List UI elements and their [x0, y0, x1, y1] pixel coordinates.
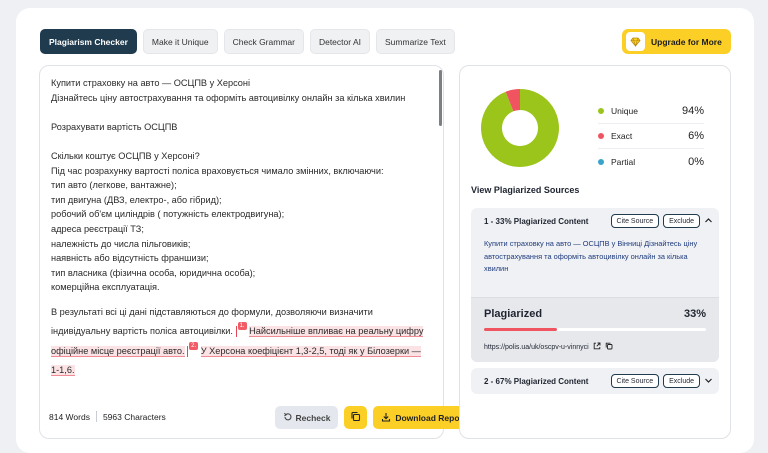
- plagiarized-label: Plagiarized: [484, 308, 543, 320]
- results-panel: Unique 94% Exact 6% Partial 0% View Plag…: [459, 65, 731, 439]
- download-icon: [381, 412, 391, 424]
- tool-tabs: Plagiarism Checker Make it Unique Check …: [40, 29, 455, 54]
- source-url-row: https://polis.ua/uk/oscpv-u-vinnyci: [484, 342, 706, 352]
- tab-detector-ai[interactable]: Detector AI: [309, 29, 371, 54]
- copy-link-icon[interactable]: [605, 342, 613, 352]
- chevron-down-icon[interactable]: [704, 376, 713, 387]
- tab-plagiarism-checker[interactable]: Plagiarism Checker: [40, 29, 137, 54]
- legend-row-unique: Unique 94%: [598, 99, 704, 124]
- source-1-header[interactable]: 1 - 33% Plagiarized Content Cite Source …: [471, 208, 719, 234]
- tab-check-grammar[interactable]: Check Grammar: [223, 29, 304, 54]
- legend-label: Partial: [611, 156, 636, 167]
- download-label: Download Report: [395, 412, 466, 423]
- text-input-area[interactable]: Купити страховку на авто — ОСЦПВ у Херсо…: [51, 76, 431, 396]
- plagiarized-progress-track: [484, 328, 706, 331]
- recheck-button[interactable]: Recheck: [275, 406, 338, 429]
- word-count: 814 Words: [49, 411, 90, 422]
- exact-dot: [598, 133, 604, 139]
- text-line: Під час розрахунку вартості поліса врахо…: [51, 165, 384, 176]
- recheck-label: Recheck: [295, 412, 331, 423]
- plagiarized-progress-fill: [484, 328, 558, 331]
- editor-scrollbar[interactable]: [439, 70, 442, 126]
- text-line: Скільки коштує ОСЦПВ у Херсоні?: [51, 150, 200, 161]
- source-2-title: 2 - 67% Plagiarized Content: [484, 376, 589, 386]
- partial-dot: [598, 158, 604, 165]
- character-count: 5963 Characters: [102, 411, 166, 422]
- text-line: наявність або відсутність франшизи;: [51, 253, 209, 264]
- cite-source-button[interactable]: Cite Source: [610, 374, 660, 388]
- text-line: тип двигуна (ДВЗ, електро-, або гібрид);: [51, 194, 222, 205]
- tab-make-it-unique[interactable]: Make it Unique: [142, 29, 218, 54]
- unique-dot: [598, 108, 604, 114]
- source-url-link[interactable]: https://polis.ua/uk/oscpv-u-vinnyci: [484, 344, 589, 351]
- text-editor-panel: Купити страховку на авто — ОСЦПВ у Херсо…: [39, 65, 474, 439]
- text-cursor: [187, 345, 189, 357]
- exclude-button[interactable]: Exclude: [663, 214, 700, 228]
- text-line: Розрахувати вартість ОСЦПВ: [51, 121, 178, 132]
- source-card-1: 1 - 33% Plagiarized Content Cite Source …: [471, 208, 719, 362]
- legend-value: 94%: [681, 105, 704, 117]
- text-line: належність до числа пільговиків;: [51, 238, 191, 249]
- text-line: Купити страховку на авто — ОСЦПВ у Херсо…: [51, 78, 251, 88]
- text-line: робочий об'єм циліндрів ( потужність еле…: [51, 209, 285, 220]
- legend-label: Unique: [611, 106, 638, 116]
- refresh-icon: [283, 412, 293, 424]
- plagiarized-percent: 33%: [683, 308, 706, 320]
- legend-label: Exact: [611, 131, 633, 141]
- source-1-title: 1 - 33% Plagiarized Content: [484, 216, 589, 226]
- copy-button[interactable]: [344, 406, 367, 429]
- legend-row-exact: Exact 6%: [598, 124, 704, 149]
- chart-legend: Unique 94% Exact 6% Partial 0%: [598, 99, 704, 174]
- upgrade-label: Upgrade for More: [651, 36, 722, 47]
- divider: [95, 411, 97, 422]
- upgrade-button[interactable]: Upgrade for More: [622, 29, 731, 54]
- source-1-excerpt: Купити страховку на авто — ОСЦПВ у Вінни…: [484, 239, 698, 274]
- match-badge-1[interactable]: 1.: [237, 322, 247, 331]
- view-sources-heading: View Plagiarized Sources: [471, 185, 580, 195]
- text-line: тип власника (фізична особа, юридична ос…: [51, 267, 256, 278]
- external-link-icon[interactable]: [593, 342, 601, 352]
- exclude-button[interactable]: Exclude: [663, 374, 700, 388]
- text-line: комерційна експлуатація.: [51, 282, 160, 293]
- text-line: Дізнайтесь ціну автострахування та оформ…: [51, 92, 406, 103]
- text-stats: 814 Words 5963 Characters: [49, 411, 166, 422]
- text-cursor: [235, 326, 237, 338]
- source-1-details: Plagiarized 33% https://polis.ua/uk/oscp…: [471, 297, 719, 362]
- text-line: тип авто (легкове, вантажне);: [51, 180, 177, 191]
- text-line: адреса реєстрації ТЗ;: [51, 223, 144, 234]
- plagiarism-donut-chart: [481, 89, 559, 167]
- chevron-up-icon[interactable]: [704, 216, 713, 227]
- legend-value: 0%: [688, 155, 704, 168]
- copy-icon: [350, 409, 361, 427]
- diamond-icon: [626, 32, 645, 51]
- legend-row-partial: Partial 0%: [598, 149, 704, 174]
- tab-summarize-text[interactable]: Summarize Text: [376, 29, 455, 54]
- source-2-header[interactable]: 2 - 67% Plagiarized Content Cite Source …: [471, 368, 719, 394]
- match-badge-2[interactable]: 2.: [189, 341, 199, 350]
- legend-value: 6%: [688, 130, 704, 142]
- cite-source-button[interactable]: Cite Source: [610, 214, 660, 228]
- source-card-2: 2 - 67% Plagiarized Content Cite Source …: [471, 368, 719, 394]
